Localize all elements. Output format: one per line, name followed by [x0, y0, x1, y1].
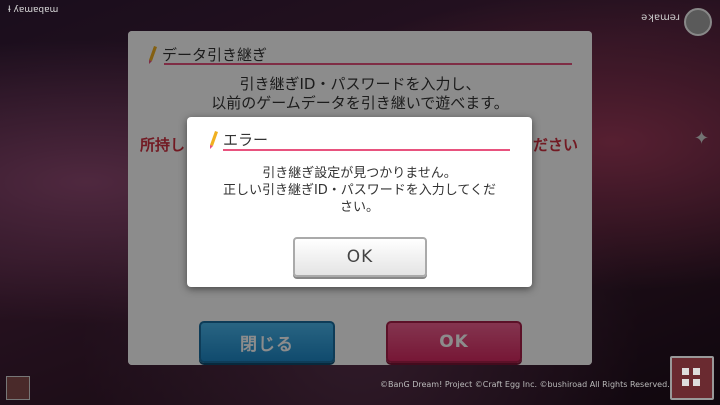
error-ok-button[interactable]: OK	[293, 237, 427, 277]
dialog-title-row: エラー	[209, 129, 268, 150]
error-message-line: さい。	[339, 200, 379, 215]
pencil-icon	[210, 130, 218, 149]
status-text: ǝʞɐɯǝɹ	[641, 12, 680, 23]
error-message-line: 引き継ぎ設定が見つかりません。	[262, 166, 457, 181]
player-id-label: Ɨ ʎɐɯɐqɐɯ	[8, 5, 59, 15]
title-underline	[223, 149, 510, 151]
copyright-text: ©BanG Dream! Project ©Craft Egg Inc. ©bu…	[380, 380, 670, 389]
error-title: エラー	[223, 131, 269, 149]
settings-badge-icon[interactable]	[684, 8, 712, 36]
error-message-line: 正しい引き継ぎID・パスワードを入力してくだ	[222, 183, 497, 198]
error-message: 引き継ぎ設定が見つかりません。 正しい引き継ぎID・パスワードを入力してくだ さ…	[187, 165, 532, 216]
error-dialog: エラー 引き継ぎ設定が見つかりません。 正しい引き継ぎID・パスワードを入力して…	[187, 117, 532, 287]
grid-menu-icon[interactable]	[670, 356, 714, 400]
publisher-logo-icon	[6, 376, 30, 400]
